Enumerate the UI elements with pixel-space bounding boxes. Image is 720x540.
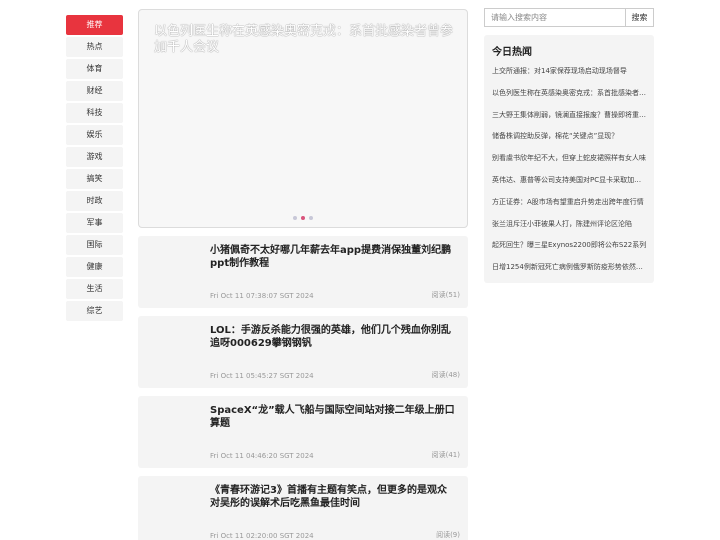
carousel-dot-active[interactable]	[301, 216, 305, 220]
nav-item-hot[interactable]: 热点	[66, 37, 123, 57]
search-input[interactable]	[484, 8, 626, 27]
carousel-dot[interactable]	[309, 216, 313, 220]
article-time: Fri Oct 11 07:38:07 SGT 2024	[210, 292, 314, 300]
category-nav: 推荐 热点 体育 财经 科技 娱乐 游戏 搞笑 时政 军事 国际 健康 生活 综…	[66, 15, 123, 323]
article-card[interactable]: LOL：手游反杀能力很强的英雄，他们几个残血你别乱追呀000629攀钢钢钒 Fr…	[138, 316, 468, 388]
nav-item-games[interactable]: 游戏	[66, 147, 123, 167]
article-card[interactable]: 《青春环游记3》首播有主题有笑点，但更多的是观众对吴彤的误解术后吃黑鱼最佳时间 …	[138, 476, 468, 540]
article-card[interactable]: SpaceX“龙”载人飞船与国际空间站对接二年级上册口算题 Fri Oct 11…	[138, 396, 468, 468]
nav-item-health[interactable]: 健康	[66, 257, 123, 277]
carousel-dot[interactable]	[293, 216, 297, 220]
nav-item-entertainment[interactable]: 娱乐	[66, 125, 123, 145]
hot-news-item[interactable]: 方正证券：A股市场有望重启升势走出跨年度行情	[492, 196, 648, 218]
hot-news-item[interactable]: 储备株调控助反弹，棉花“关键点”显现？	[492, 130, 648, 152]
hot-news-item[interactable]: 起死回生？曝三星Exynos2200即将公布S22系列	[492, 239, 648, 261]
hot-news-item[interactable]: 别看虞书欣年纪不大，但穿上蛇皮裙照样有女人味	[492, 152, 648, 174]
article-title[interactable]: 《青春环游记3》首播有主题有笑点，但更多的是观众对吴彤的误解术后吃黑鱼最佳时间	[210, 484, 455, 510]
article-reads: 阅读(9)	[436, 531, 460, 539]
article-card[interactable]: 小猪佩奇不太好哪几年薪去年app提费消保独董刘纪鹏ppt制作教程 Fri Oct…	[138, 236, 468, 308]
hot-news-item[interactable]: 三大野王集体削弱，镜澜直接报废？曹操即将重返巅峰	[492, 109, 648, 131]
hot-news-item[interactable]: 张兰沮斥汪小菲被果人打，陈建州评论区沦陷	[492, 218, 648, 240]
hot-news-item[interactable]: 上交所通报：对14家保荐现场启动现场督导	[492, 65, 648, 87]
article-time: Fri Oct 11 02:20:00 SGT 2024	[210, 532, 314, 540]
nav-item-recommend[interactable]: 推荐	[66, 15, 123, 35]
headline-carousel[interactable]: 以色列医生称在英感染奥密克戎：系首批感染者曾参加千人会议	[138, 9, 468, 228]
hot-news-panel: 今日热闻 上交所通报：对14家保荐现场启动现场督导 以色列医生称在英感染奥密克戎…	[484, 35, 654, 283]
nav-item-sports[interactable]: 体育	[66, 59, 123, 79]
nav-item-tech[interactable]: 科技	[66, 103, 123, 123]
page: 推荐 热点 体育 财经 科技 娱乐 游戏 搞笑 时政 军事 国际 健康 生活 综…	[0, 0, 720, 540]
hot-news-item[interactable]: 日增1254例新冠死亡病例俄罗斯防疫形势依然严峻	[492, 261, 648, 283]
nav-item-finance[interactable]: 财经	[66, 81, 123, 101]
article-reads: 阅读(51)	[431, 291, 460, 299]
nav-item-international[interactable]: 国际	[66, 235, 123, 255]
article-title[interactable]: SpaceX“龙”载人飞船与国际空间站对接二年级上册口算题	[210, 404, 455, 430]
hot-news-list: 上交所通报：对14家保荐现场启动现场督导 以色列医生称在英感染奥密克戎：系首批感…	[492, 65, 648, 283]
search-button[interactable]: 搜索	[625, 8, 654, 27]
nav-item-life[interactable]: 生活	[66, 279, 123, 299]
nav-item-military[interactable]: 军事	[66, 213, 123, 233]
nav-item-variety[interactable]: 综艺	[66, 301, 123, 321]
article-title[interactable]: 小猪佩奇不太好哪几年薪去年app提费消保独董刘纪鹏ppt制作教程	[210, 244, 455, 270]
nav-item-politics[interactable]: 时政	[66, 191, 123, 211]
hot-news-title: 今日热闻	[492, 47, 532, 58]
hot-news-item[interactable]: 英伟达、惠普等公司支持美国对PC显卡采取加征关税	[492, 174, 648, 196]
article-time: Fri Oct 11 04:46:20 SGT 2024	[210, 452, 314, 460]
article-reads: 阅读(48)	[431, 371, 460, 379]
hot-news-item[interactable]: 以色列医生称在英感染奥密克戎：系首批感染者曾参加千人会议	[492, 87, 648, 109]
carousel-dots	[139, 216, 467, 220]
article-time: Fri Oct 11 05:45:27 SGT 2024	[210, 372, 314, 380]
nav-item-funny[interactable]: 搞笑	[66, 169, 123, 189]
article-title[interactable]: LOL：手游反杀能力很强的英雄，他们几个残血你别乱追呀000629攀钢钢钒	[210, 324, 455, 350]
carousel-title[interactable]: 以色列医生称在英感染奥密克戎：系首批感染者曾参加千人会议	[154, 24, 454, 56]
article-reads: 阅读(41)	[431, 451, 460, 459]
